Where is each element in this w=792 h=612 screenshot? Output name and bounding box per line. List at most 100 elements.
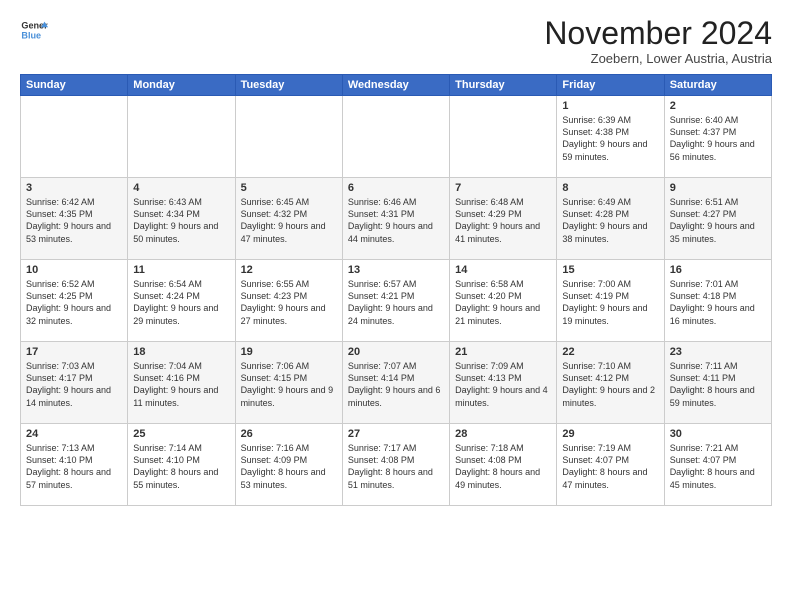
calendar-cell: 11 Sunrise: 6:54 AM Sunset: 4:24 PM Dayli… — [128, 260, 235, 342]
calendar-cell: 7 Sunrise: 6:48 AM Sunset: 4:29 PM Daylig… — [450, 178, 557, 260]
calendar-cell — [128, 96, 235, 178]
day-number: 25 — [133, 428, 229, 440]
day-content: Sunrise: 6:51 AM Sunset: 4:27 PM Dayligh… — [670, 196, 766, 245]
location: Zoebern, Lower Austria, Austria — [544, 51, 772, 66]
day-content: Sunrise: 6:43 AM Sunset: 4:34 PM Dayligh… — [133, 196, 229, 245]
col-thursday: Thursday — [450, 75, 557, 96]
calendar-week-1: 1 Sunrise: 6:39 AM Sunset: 4:38 PM Daylig… — [21, 96, 772, 178]
day-content: Sunrise: 6:54 AM Sunset: 4:24 PM Dayligh… — [133, 278, 229, 327]
day-content: Sunrise: 6:48 AM Sunset: 4:29 PM Dayligh… — [455, 196, 551, 245]
day-number: 4 — [133, 182, 229, 194]
calendar-cell: 4 Sunrise: 6:43 AM Sunset: 4:34 PM Daylig… — [128, 178, 235, 260]
day-content: Sunrise: 6:55 AM Sunset: 4:23 PM Dayligh… — [241, 278, 337, 327]
day-content: Sunrise: 7:06 AM Sunset: 4:15 PM Dayligh… — [241, 360, 337, 409]
calendar-cell: 5 Sunrise: 6:45 AM Sunset: 4:32 PM Daylig… — [235, 178, 342, 260]
calendar-cell — [21, 96, 128, 178]
col-monday: Monday — [128, 75, 235, 96]
day-number: 23 — [670, 346, 766, 358]
day-number: 13 — [348, 264, 444, 276]
calendar-cell: 18Sunrise: 7:04 AM Sunset: 4:16 PM Dayli… — [128, 342, 235, 424]
day-content: Sunrise: 7:18 AM Sunset: 4:08 PM Dayligh… — [455, 442, 551, 491]
logo: General Blue — [20, 16, 48, 44]
calendar-cell — [450, 96, 557, 178]
day-content: Sunrise: 6:39 AM Sunset: 4:38 PM Dayligh… — [562, 114, 658, 163]
day-number: 27 — [348, 428, 444, 440]
col-saturday: Saturday — [664, 75, 771, 96]
calendar-cell: 25 Sunrise: 7:14 AM Sunset: 4:10 PM Dayli… — [128, 424, 235, 506]
calendar-cell: 27 Sunrise: 7:17 AM Sunset: 4:08 PM Dayli… — [342, 424, 449, 506]
calendar-cell: 13 Sunrise: 6:57 AM Sunset: 4:21 PM Dayli… — [342, 260, 449, 342]
day-number: 17 — [26, 346, 122, 358]
col-friday: Friday — [557, 75, 664, 96]
calendar-cell: 19 Sunrise: 7:06 AM Sunset: 4:15 PM Dayli… — [235, 342, 342, 424]
calendar-cell: 8 Sunrise: 6:49 AM Sunset: 4:28 PM Daylig… — [557, 178, 664, 260]
calendar-cell: 6Sunrise: 6:46 AM Sunset: 4:31 PM Daylig… — [342, 178, 449, 260]
calendar-cell: 14 Sunrise: 6:58 AM Sunset: 4:20 PM Dayli… — [450, 260, 557, 342]
day-content: Sunrise: 6:58 AM Sunset: 4:20 PM Dayligh… — [455, 278, 551, 327]
calendar: Sunday Monday Tuesday Wednesday Thursday… — [20, 74, 772, 506]
calendar-cell: 10Sunrise: 6:52 AM Sunset: 4:25 PM Dayli… — [21, 260, 128, 342]
day-content: Sunrise: 6:42 AM Sunset: 4:35 PM Dayligh… — [26, 196, 122, 245]
col-tuesday: Tuesday — [235, 75, 342, 96]
day-content: Sunrise: 6:49 AM Sunset: 4:28 PM Dayligh… — [562, 196, 658, 245]
day-number: 10 — [26, 264, 122, 276]
day-number: 24 — [26, 428, 122, 440]
col-wednesday: Wednesday — [342, 75, 449, 96]
day-number: 28 — [455, 428, 551, 440]
day-content: Sunrise: 6:40 AM Sunset: 4:37 PM Dayligh… — [670, 114, 766, 163]
day-number: 22 — [562, 346, 658, 358]
calendar-week-3: 10Sunrise: 6:52 AM Sunset: 4:25 PM Dayli… — [21, 260, 772, 342]
day-number: 14 — [455, 264, 551, 276]
day-content: Sunrise: 7:16 AM Sunset: 4:09 PM Dayligh… — [241, 442, 337, 491]
calendar-cell: 17Sunrise: 7:03 AM Sunset: 4:17 PM Dayli… — [21, 342, 128, 424]
page: General Blue November 2024 Zoebern, Lowe… — [0, 0, 792, 612]
day-content: Sunrise: 6:45 AM Sunset: 4:32 PM Dayligh… — [241, 196, 337, 245]
svg-text:Blue: Blue — [21, 30, 41, 40]
header: General Blue November 2024 Zoebern, Lowe… — [20, 16, 772, 66]
day-content: Sunrise: 7:10 AM Sunset: 4:12 PM Dayligh… — [562, 360, 658, 409]
day-number: 9 — [670, 182, 766, 194]
day-number: 7 — [455, 182, 551, 194]
day-content: Sunrise: 7:21 AM Sunset: 4:07 PM Dayligh… — [670, 442, 766, 491]
calendar-cell: 16 Sunrise: 7:01 AM Sunset: 4:18 PM Dayli… — [664, 260, 771, 342]
calendar-cell: 3Sunrise: 6:42 AM Sunset: 4:35 PM Daylig… — [21, 178, 128, 260]
day-number: 8 — [562, 182, 658, 194]
day-content: Sunrise: 7:09 AM Sunset: 4:13 PM Dayligh… — [455, 360, 551, 409]
logo-icon: General Blue — [20, 16, 48, 44]
day-content: Sunrise: 7:00 AM Sunset: 4:19 PM Dayligh… — [562, 278, 658, 327]
day-number: 20 — [348, 346, 444, 358]
day-number: 6 — [348, 182, 444, 194]
calendar-cell: 26 Sunrise: 7:16 AM Sunset: 4:09 PM Dayli… — [235, 424, 342, 506]
col-sunday: Sunday — [21, 75, 128, 96]
calendar-cell: 24 Sunrise: 7:13 AM Sunset: 4:10 PM Dayli… — [21, 424, 128, 506]
calendar-cell: 30Sunrise: 7:21 AM Sunset: 4:07 PM Dayli… — [664, 424, 771, 506]
calendar-cell — [342, 96, 449, 178]
calendar-cell: 9 Sunrise: 6:51 AM Sunset: 4:27 PM Daylig… — [664, 178, 771, 260]
title-section: November 2024 Zoebern, Lower Austria, Au… — [544, 16, 772, 66]
day-number: 1 — [562, 100, 658, 112]
calendar-week-5: 24 Sunrise: 7:13 AM Sunset: 4:10 PM Dayli… — [21, 424, 772, 506]
day-number: 2 — [670, 100, 766, 112]
day-number: 19 — [241, 346, 337, 358]
calendar-cell: 20 Sunrise: 7:07 AM Sunset: 4:14 PM Dayli… — [342, 342, 449, 424]
calendar-cell: 23 Sunrise: 7:11 AM Sunset: 4:11 PM Dayli… — [664, 342, 771, 424]
day-number: 5 — [241, 182, 337, 194]
day-number: 21 — [455, 346, 551, 358]
calendar-cell: 15Sunrise: 7:00 AM Sunset: 4:19 PM Dayli… — [557, 260, 664, 342]
calendar-cell: 1 Sunrise: 6:39 AM Sunset: 4:38 PM Daylig… — [557, 96, 664, 178]
calendar-cell: 29Sunrise: 7:19 AM Sunset: 4:07 PM Dayli… — [557, 424, 664, 506]
calendar-cell: 22 Sunrise: 7:10 AM Sunset: 4:12 PM Dayli… — [557, 342, 664, 424]
day-number: 26 — [241, 428, 337, 440]
day-number: 11 — [133, 264, 229, 276]
day-content: Sunrise: 7:11 AM Sunset: 4:11 PM Dayligh… — [670, 360, 766, 409]
day-content: Sunrise: 7:13 AM Sunset: 4:10 PM Dayligh… — [26, 442, 122, 491]
day-content: Sunrise: 7:14 AM Sunset: 4:10 PM Dayligh… — [133, 442, 229, 491]
day-number: 16 — [670, 264, 766, 276]
day-content: Sunrise: 6:57 AM Sunset: 4:21 PM Dayligh… — [348, 278, 444, 327]
day-content: Sunrise: 7:07 AM Sunset: 4:14 PM Dayligh… — [348, 360, 444, 409]
day-number: 29 — [562, 428, 658, 440]
calendar-week-2: 3Sunrise: 6:42 AM Sunset: 4:35 PM Daylig… — [21, 178, 772, 260]
day-content: Sunrise: 7:01 AM Sunset: 4:18 PM Dayligh… — [670, 278, 766, 327]
day-content: Sunrise: 7:17 AM Sunset: 4:08 PM Dayligh… — [348, 442, 444, 491]
day-content: Sunrise: 7:04 AM Sunset: 4:16 PM Dayligh… — [133, 360, 229, 409]
